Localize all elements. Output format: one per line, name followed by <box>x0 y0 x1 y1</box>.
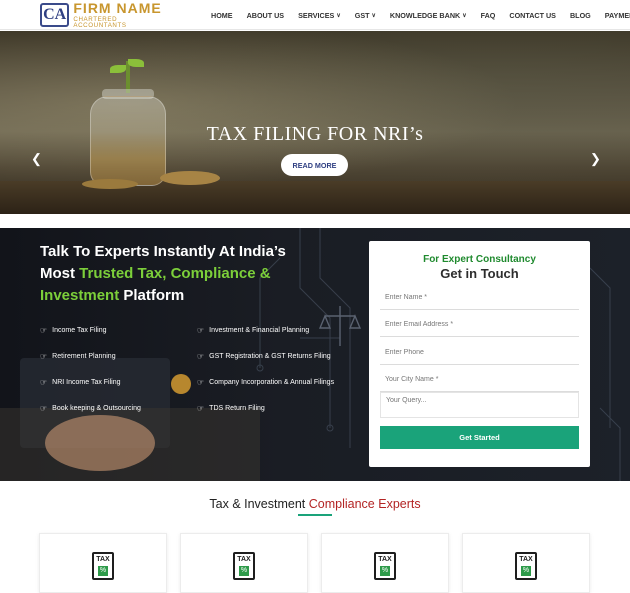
hand-point-right-icon: ☞ <box>197 378 205 387</box>
hero-slider: TAX FILING FOR NRI’s READ MORE ❮ ❯ <box>0 31 630 214</box>
query-textarea[interactable] <box>380 392 579 418</box>
main-nav: HOME ABOUT US SERVICES ∨ GST ∨ KNOWLEDGE B… <box>204 0 630 30</box>
compliance-title-highlight: Compliance Experts <box>308 497 421 511</box>
service-item[interactable]: ☞ TDS Return Filing <box>197 404 265 413</box>
percent-icon: % <box>521 566 531 576</box>
nav-label: PAYMENTS <box>604 10 630 20</box>
compliance-card[interactable]: TAX% <box>462 533 590 593</box>
hero-title: TAX FILING FOR NRI’s <box>206 123 424 145</box>
percent-icon: % <box>98 566 108 576</box>
nav-faq[interactable]: FAQ <box>481 11 496 20</box>
service-label: Investment & Financial Planning <box>209 327 310 334</box>
nav-label: HOME <box>211 10 233 20</box>
nav-blog[interactable]: BLOG <box>570 11 591 20</box>
nav-about-us[interactable]: ABOUT US <box>247 11 285 20</box>
name-field[interactable] <box>380 286 579 310</box>
nav-knowledge-bank[interactable]: KNOWLEDGE BANK ∨ <box>390 11 467 20</box>
plant-leaf <box>110 65 126 73</box>
service-item[interactable]: ☞ Retirement Planning <box>40 352 116 361</box>
tax-icon-label: TAX <box>96 556 110 563</box>
read-more-button[interactable]: READ MORE <box>281 154 348 176</box>
chevron-down-icon: ∨ <box>462 12 467 19</box>
logo-name: FIRM NAME <box>73 0 162 16</box>
tax-icon-label: TAX <box>519 556 533 563</box>
nav-label: KNOWLEDGE BANK <box>389 10 461 20</box>
service-label: Income Tax Filing <box>52 327 107 334</box>
nav-label: BLOG <box>569 10 591 20</box>
nav-contact-us[interactable]: CONTACT US <box>509 11 556 20</box>
logo[interactable]: CA FIRM NAME CHARTERED ACCOUNTANTS <box>40 1 170 29</box>
nav-label: FAQ <box>480 10 496 20</box>
get-started-button[interactable]: Get Started <box>380 426 579 449</box>
service-label: Retirement Planning <box>52 353 116 360</box>
chevron-right-icon[interactable]: ❯ <box>590 151 601 167</box>
compliance-card[interactable]: TAX% <box>39 533 167 593</box>
heading-highlight: Trusted Tax, Compliance & <box>79 265 271 282</box>
hand-point-right-icon: ☞ <box>40 378 48 387</box>
percent-icon: % <box>380 566 390 576</box>
service-label: Book keeping & Outsourcing <box>52 405 141 412</box>
form-kicker: For Expert Consultancy <box>423 254 536 265</box>
title-underline <box>298 514 332 516</box>
nav-label: GST <box>354 10 370 20</box>
hand-point-right-icon: ☞ <box>40 326 48 335</box>
form-title: Get in Touch <box>440 266 519 281</box>
nav-home[interactable]: HOME <box>211 11 233 20</box>
service-label: Company Incorporation & Annual Filings <box>209 379 335 386</box>
compliance-card[interactable]: TAX% <box>180 533 308 593</box>
nav-payments[interactable]: PAYMENTS <box>605 11 630 20</box>
hand-point-right-icon: ☞ <box>197 352 205 361</box>
percent-icon: % <box>239 566 249 576</box>
chevron-down-icon: ∨ <box>371 12 376 19</box>
contact-form: For Expert Consultancy Get in Touch Get … <box>369 241 590 467</box>
hand-point-right-icon: ☞ <box>197 326 205 335</box>
compliance-card[interactable]: TAX% <box>321 533 449 593</box>
nav-label: SERVICES <box>298 10 335 20</box>
nav-label: CONTACT US <box>509 10 556 20</box>
tax-icon-label: TAX <box>378 556 392 563</box>
hand-point-right-icon: ☞ <box>197 404 205 413</box>
phone-field[interactable] <box>380 341 579 365</box>
heading-line-3-post: Platform <box>119 287 185 304</box>
chevron-down-icon: ∨ <box>336 12 341 19</box>
compliance-title: Tax & Investment Compliance Experts <box>0 497 630 511</box>
heading-line-3: Investment Platform <box>40 285 360 307</box>
logo-subtitle: CHARTERED ACCOUNTANTS <box>73 15 127 29</box>
nav-services[interactable]: SERVICES ∨ <box>298 11 341 20</box>
compliance-cards: TAX% TAX% TAX% TAX% <box>0 533 630 593</box>
heading-highlight: Investment <box>40 287 120 304</box>
nav-gst[interactable]: GST ∨ <box>355 11 376 20</box>
heading-line-1: Talk To Experts Instantly At India’s <box>40 243 286 260</box>
service-label: TDS Return Filing <box>209 405 265 412</box>
plant-leaf <box>128 59 144 67</box>
hand-point-right-icon: ☞ <box>40 404 48 413</box>
service-item[interactable]: ☞ Book keeping & Outsourcing <box>40 404 141 413</box>
email-field[interactable] <box>380 313 579 337</box>
site-header: CA FIRM NAME CHARTERED ACCOUNTANTS HOME … <box>0 0 630 30</box>
tax-icon-label: TAX <box>237 556 251 563</box>
logo-text: FIRM NAME CHARTERED ACCOUNTANTS <box>73 1 170 29</box>
service-label: GST Registration & GST Returns Filing <box>209 353 331 360</box>
service-item[interactable]: ☞ GST Registration & GST Returns Filing <box>197 352 331 361</box>
service-item[interactable]: ☞ Investment & Financial Planning <box>197 326 309 335</box>
service-label: NRI Income Tax Filing <box>52 379 121 386</box>
service-item[interactable]: ☞ Company Incorporation & Annual Filings <box>197 378 334 387</box>
chevron-left-icon[interactable]: ❮ <box>31 151 42 167</box>
hand-point-right-icon: ☞ <box>40 352 48 361</box>
nav-label: ABOUT US <box>246 10 285 20</box>
ca-logo-icon: CA <box>40 3 70 27</box>
hero-table-surface <box>0 181 630 214</box>
service-item[interactable]: ☞ Income Tax Filing <box>40 326 107 335</box>
heading-line-2-pre: Most <box>40 265 80 282</box>
heading-line-2: Most Trusted Tax, Compliance & <box>40 263 360 285</box>
compliance-title-pre: Tax & Investment <box>209 497 309 511</box>
coins-image <box>160 171 220 185</box>
city-field[interactable] <box>380 368 579 392</box>
experts-heading: Talk To Experts Instantly At India’s Mos… <box>40 241 360 307</box>
service-item[interactable]: ☞ NRI Income Tax Filing <box>40 378 121 387</box>
